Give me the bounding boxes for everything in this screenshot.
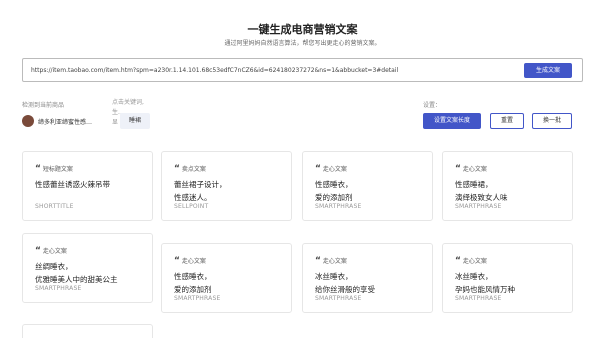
quote-icon: “ (455, 164, 461, 174)
url-input-value[interactable]: https://item.taobao.com/item.htm?spm=a23… (31, 67, 511, 74)
product-name: 缔多利亚缔蜜性感… (38, 118, 93, 126)
card-text: 蕾丝裙子设计， 性感迷人。 (174, 180, 227, 202)
card-type: SMARTPHRASE (315, 203, 362, 210)
card-text: 丝绸睡衣， 优雅睡美人中的甜美公主 (35, 262, 118, 284)
copy-card[interactable]: “走心文案 冰丝睡衣， 孕妈也能风情万种 SMARTPHRASE (442, 243, 573, 313)
card-text: 性感睡裙， 演绎极致女人味 (455, 180, 508, 202)
card-tag: “走心文案 (455, 164, 487, 174)
copy-card[interactable]: “走心文案 性感睡衣， 爱的添加剂 SMARTPHRASE (302, 151, 433, 221)
copy-card-partial[interactable] (22, 324, 153, 338)
card-tag: “短标题文案 (35, 164, 73, 174)
quote-icon: “ (35, 164, 41, 174)
copy-card[interactable]: “走心文案 性感睡衣， 爱的添加剂 SMARTPHRASE (161, 243, 292, 313)
swap-batch-button[interactable]: 换一批 (532, 113, 572, 129)
card-type: SMARTPHRASE (455, 295, 502, 302)
product-thumbnail (22, 115, 34, 127)
copy-card[interactable]: “卖点文案 蕾丝裙子设计， 性感迷人。 SELLPOINT (161, 151, 292, 221)
url-input[interactable]: https://item.taobao.com/item.htm?spm=a23… (22, 58, 583, 82)
quote-icon: “ (174, 256, 180, 266)
card-tag: “走心文案 (315, 164, 347, 174)
page-subtitle: 通过阿里妈妈自然语言算法，帮您写出更走心的营销文案。 (224, 40, 381, 47)
card-text: 冰丝睡衣， 孕妈也能风情万种 (455, 272, 515, 294)
card-type: SHORTTITLE (35, 203, 74, 210)
set-length-button[interactable]: 设置文案长度 (423, 113, 481, 129)
page-title: 一键生成电商营销文案 (247, 23, 358, 36)
card-tag: “走心文案 (174, 256, 206, 266)
copy-card[interactable]: “走心文案 丝绸睡衣， 优雅睡美人中的甜美公主 SMARTPHRASE (22, 233, 153, 303)
settings-label: 设置： (423, 102, 442, 109)
card-type: SMARTPHRASE (315, 295, 362, 302)
quote-icon: “ (35, 246, 41, 256)
copy-card[interactable]: “走心文案 性感睡裙， 演绎极致女人味 SMARTPHRASE (442, 151, 573, 221)
card-tag: “走心文案 (455, 256, 487, 266)
card-text: 冰丝睡衣， 给你丝滑般的享受 (315, 272, 375, 294)
card-type: SELLPOINT (174, 203, 209, 210)
card-type: SMARTPHRASE (455, 203, 502, 210)
card-text: 性感蕾丝诱惑火辣吊带 (35, 180, 110, 189)
card-tag: “走心文案 (35, 246, 67, 256)
card-text: 性感睡衣， 爱的添加剂 (315, 180, 353, 202)
copy-card[interactable]: “短标题文案 性感蕾丝诱惑火辣吊带 SHORTTITLE (22, 151, 153, 221)
card-text: 性感睡衣， 爱的添加剂 (174, 272, 212, 294)
keyword-hint-line1: 点击关键词, (112, 99, 144, 106)
quote-icon: “ (174, 164, 180, 174)
quote-icon: “ (455, 256, 461, 266)
card-tag: “走心文案 (315, 256, 347, 266)
reset-button[interactable]: 重置 (490, 113, 524, 129)
keyword-chip[interactable]: 睡裙 (120, 113, 150, 129)
card-type: SMARTPHRASE (174, 295, 221, 302)
copy-card[interactable]: “走心文案 冰丝睡衣， 给你丝滑般的享受 SMARTPHRASE (302, 243, 433, 313)
quote-icon: “ (315, 164, 321, 174)
detected-product[interactable]: 缔多利亚缔蜜性感… (22, 115, 92, 127)
detected-product-label: 检测到当前商品 (22, 102, 65, 109)
card-type: SMARTPHRASE (35, 285, 82, 292)
quote-icon: “ (315, 256, 321, 266)
card-tag: “卖点文案 (174, 164, 206, 174)
generate-button[interactable]: 生成文案 (524, 63, 572, 78)
